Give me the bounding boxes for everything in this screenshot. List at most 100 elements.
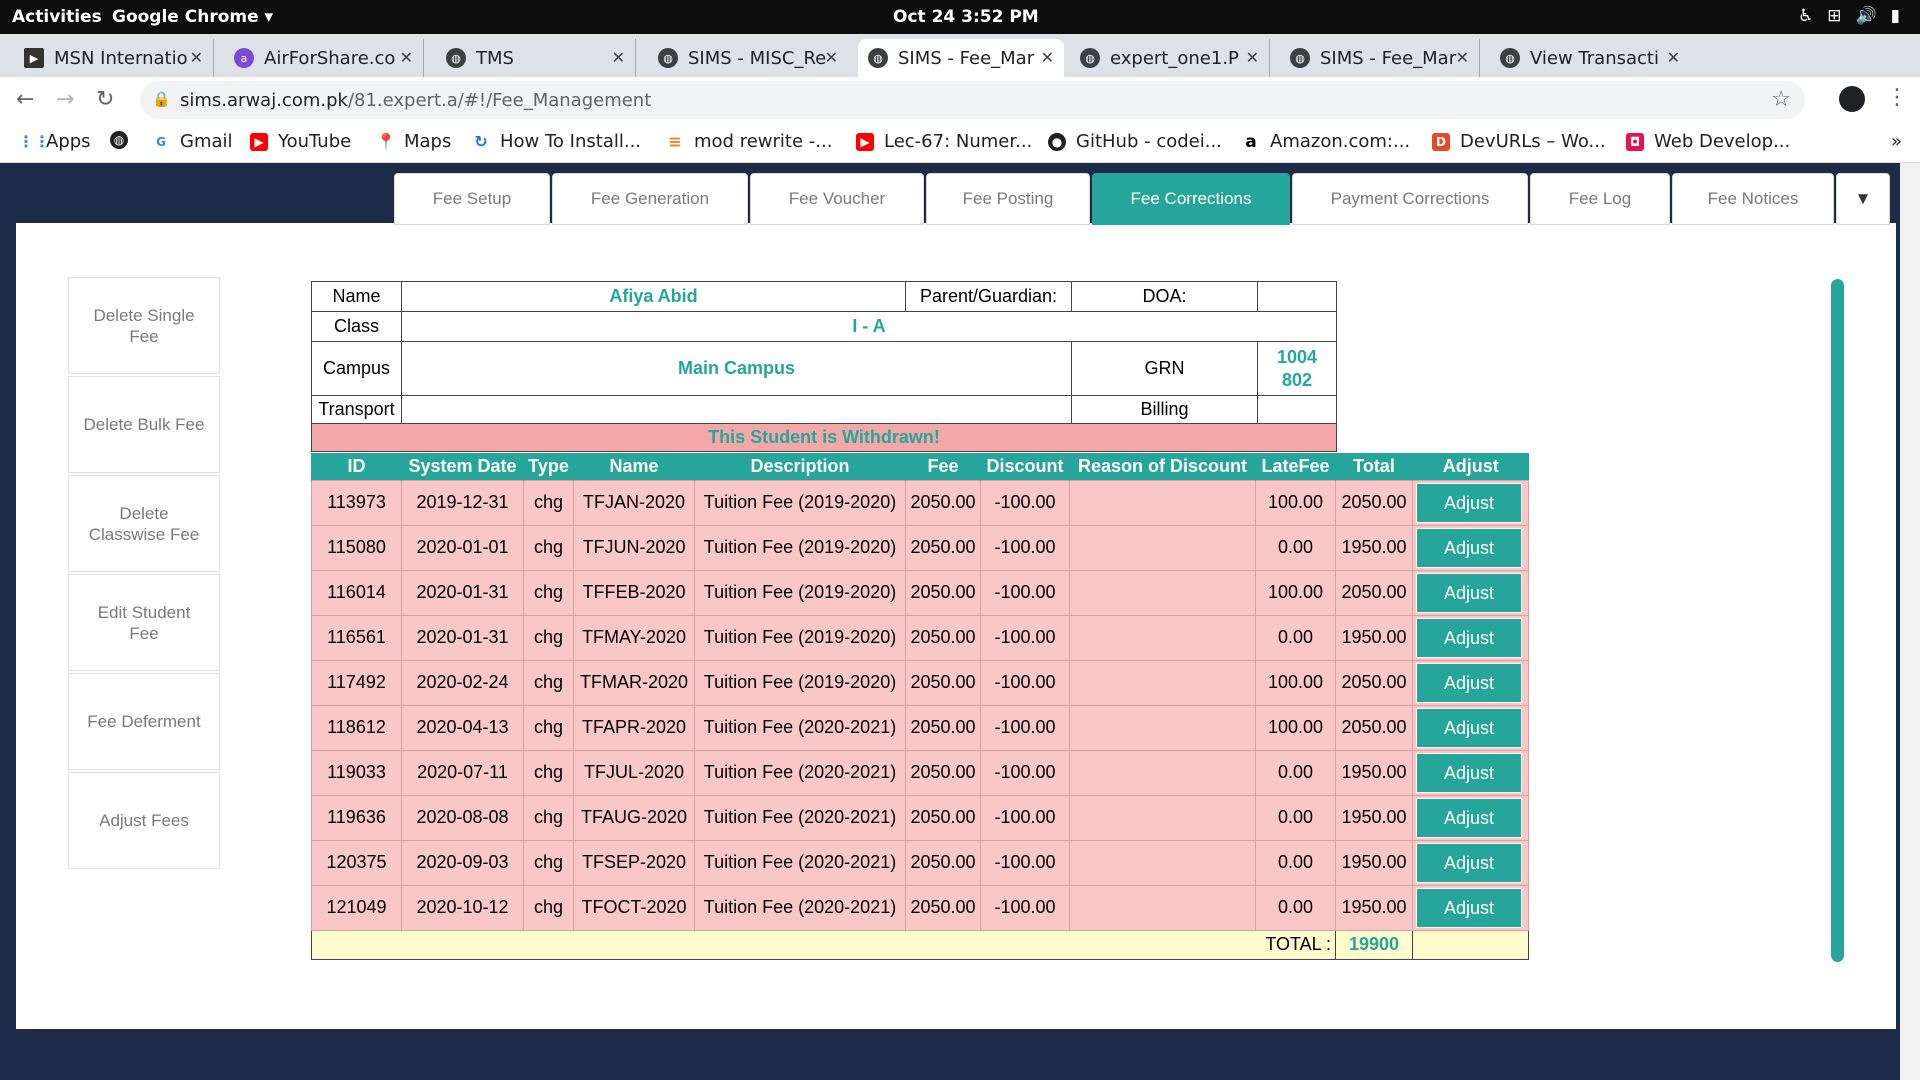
network-icon[interactable]: ⊞ — [1827, 6, 1841, 26]
col-header-description: Description — [694, 453, 906, 480]
delete-classwise-fee-button[interactable]: Delete Classwise Fee — [68, 475, 220, 572]
delete-bulk-fee-button[interactable]: Delete Bulk Fee — [68, 376, 220, 473]
adjust-button[interactable]: Adjust — [1416, 887, 1522, 928]
close-icon[interactable]: ✕ — [1041, 48, 1054, 67]
tab-fee-notices[interactable]: Fee Notices — [1672, 173, 1834, 225]
tab-fee-corrections[interactable]: Fee Corrections — [1092, 173, 1290, 225]
bookmark-label: Apps — [46, 131, 91, 152]
cell-system-date: 2020-01-31 — [401, 614, 524, 661]
close-icon[interactable]: ✕ — [1456, 48, 1469, 67]
tab-fee-generation[interactable]: Fee Generation — [552, 173, 748, 225]
volume-icon[interactable]: 🔊 — [1855, 6, 1876, 26]
adjust-button[interactable]: Adjust — [1416, 572, 1522, 613]
cell-fee: 2050.00 — [905, 614, 981, 661]
browser-tab[interactable]: ◍ SIMS - Fee_Mar ✕ — [1280, 39, 1480, 77]
fee-deferment-button[interactable]: Fee Deferment — [68, 673, 220, 770]
browser-tab-active[interactable]: ◍ SIMS - Fee_Mar ✕ — [858, 39, 1064, 77]
bookmark-label: YouTube — [278, 131, 352, 152]
app-menu[interactable]: Google Chrome ▾ — [112, 7, 273, 27]
bookmark-how-to-install[interactable]: ↻ How To Install... — [472, 131, 641, 152]
adjust-button[interactable]: Adjust — [1416, 527, 1522, 568]
bookmark-mod-rewrite[interactable]: ≡ mod rewrite -... — [666, 131, 832, 152]
lock-icon[interactable]: 🔒 — [152, 90, 171, 108]
bookmarks-overflow-icon[interactable]: » — [1891, 131, 1902, 152]
cell-name: TFMAY-2020 — [573, 614, 695, 661]
cell-description: Tuition Fee (2020-2021) — [694, 884, 906, 931]
cell-reason — [1069, 839, 1256, 886]
close-icon[interactable]: ✕ — [1667, 48, 1680, 67]
col-header-reason: Reason of Discount — [1069, 453, 1256, 480]
student-campus: Main Campus — [401, 341, 1072, 396]
adjust-button[interactable]: Adjust — [1416, 662, 1522, 703]
bookmark-label: Gmail — [180, 131, 233, 152]
fee-row: 121049 2020-10-12 chg TFOCT-2020 Tuition Fee… — [311, 884, 1529, 931]
bookmark-web-develop[interactable]: ◘ Web Develop... — [1626, 131, 1790, 152]
adjust-button[interactable]: Adjust — [1416, 617, 1522, 658]
reload-icon[interactable]: ↻ — [96, 87, 114, 112]
bookmark-amazon[interactable]: a Amazon.com:... — [1242, 131, 1410, 152]
battery-icon[interactable]: ▮ — [1891, 6, 1900, 26]
close-icon[interactable]: ✕ — [400, 48, 413, 67]
tab-payment-corrections[interactable]: Payment Corrections — [1292, 173, 1528, 225]
address-bar[interactable]: 🔒 sims.arwaj.com.pk/81.expert.a/#!/Fee_M… — [140, 81, 1805, 119]
nav-more-dropdown[interactable]: ▼ — [1836, 173, 1890, 225]
tab-label: SIMS - MISC_Re — [688, 47, 827, 69]
cell-discount: -100.00 — [980, 884, 1070, 931]
activities-button[interactable]: Activities — [12, 7, 102, 27]
system-tray[interactable]: ♿ ⊞ 🔊 ▮ — [1798, 6, 1900, 26]
cell-name: TFFEB-2020 — [573, 569, 695, 616]
adjust-button[interactable]: Adjust — [1416, 797, 1522, 838]
browser-tab[interactable]: ▶ MSN Internatio ✕ — [14, 39, 214, 77]
bookmark-devurls[interactable]: D DevURLs – Wo... — [1432, 131, 1606, 152]
close-icon[interactable]: ✕ — [1246, 48, 1259, 67]
cell-total: 2050.00 — [1335, 569, 1413, 616]
bookmark-github[interactable]: ● GitHub - codei... — [1048, 131, 1222, 152]
globe-icon: ◍ — [868, 48, 888, 68]
adjust-fees-button[interactable]: Adjust Fees — [68, 772, 220, 869]
browser-tab[interactable]: ◍ TMS ✕ — [436, 39, 636, 77]
cell-id: 119636 — [311, 794, 402, 841]
profile-avatar-icon[interactable] — [1839, 86, 1865, 112]
edit-student-fee-button[interactable]: Edit Student Fee — [68, 574, 220, 671]
forward-icon[interactable]: → — [56, 87, 74, 112]
tab-fee-setup[interactable]: Fee Setup — [394, 173, 550, 225]
bookmark-maps[interactable]: 📍 Maps — [376, 131, 451, 152]
clock[interactable]: Oct 24 3:52 PM — [893, 7, 1039, 27]
browser-scrollbar[interactable] — [1900, 163, 1920, 1080]
cell-fee: 2050.00 — [905, 479, 981, 526]
bookmark-lec-67[interactable]: ▶ Lec-67: Numer... — [856, 131, 1032, 152]
back-icon[interactable]: ← — [16, 87, 34, 112]
tab-fee-voucher[interactable]: Fee Voucher — [750, 173, 924, 225]
cell-name: TFAPR-2020 — [573, 704, 695, 751]
browser-tab[interactable]: ◍ SIMS - MISC_Re ✕ — [648, 39, 848, 77]
chrome-menu-icon[interactable]: ⋮ — [1886, 85, 1908, 110]
bookmark-youtube[interactable]: ▶ YouTube — [250, 131, 351, 152]
adjust-button[interactable]: Adjust — [1416, 707, 1522, 748]
browser-tab[interactable]: ◍ expert_one1.P ✕ — [1070, 39, 1270, 77]
browser-tab[interactable]: a AirForShare.co ✕ — [224, 39, 424, 77]
adjust-button[interactable]: Adjust — [1416, 482, 1522, 523]
accessibility-icon[interactable]: ♿ — [1798, 6, 1813, 26]
bookmark-globe[interactable]: ◍ — [110, 131, 138, 149]
bookmark-gmail[interactable]: G Gmail — [152, 131, 233, 152]
adjust-button[interactable]: Adjust — [1416, 842, 1522, 883]
delete-single-fee-button[interactable]: Delete Single Fee — [68, 277, 220, 374]
col-header-total: Total — [1335, 453, 1413, 480]
tab-fee-log[interactable]: Fee Log — [1530, 173, 1670, 225]
cell-system-date: 2020-04-13 — [401, 704, 524, 751]
close-icon[interactable]: ✕ — [612, 48, 625, 67]
page-scrollbar-thumb[interactable] — [1831, 279, 1844, 962]
cell-adjust: Adjust — [1412, 704, 1529, 751]
close-icon[interactable]: ✕ — [825, 48, 838, 67]
browser-tab[interactable]: ◍ View Transacti ✕ — [1490, 39, 1690, 77]
tab-fee-posting[interactable]: Fee Posting — [926, 173, 1090, 225]
col-header-type: Type — [523, 453, 574, 480]
cell-discount: -100.00 — [980, 794, 1070, 841]
cell-id: 116014 — [311, 569, 402, 616]
bookmark-star-icon[interactable]: ☆ — [1771, 87, 1791, 112]
globe-icon: ◍ — [446, 48, 466, 68]
close-icon[interactable]: ✕ — [190, 48, 203, 67]
bookmark-apps[interactable]: ⋮⋮ Apps — [18, 131, 91, 152]
adjust-button[interactable]: Adjust — [1416, 752, 1522, 793]
cell-reason — [1069, 794, 1256, 841]
